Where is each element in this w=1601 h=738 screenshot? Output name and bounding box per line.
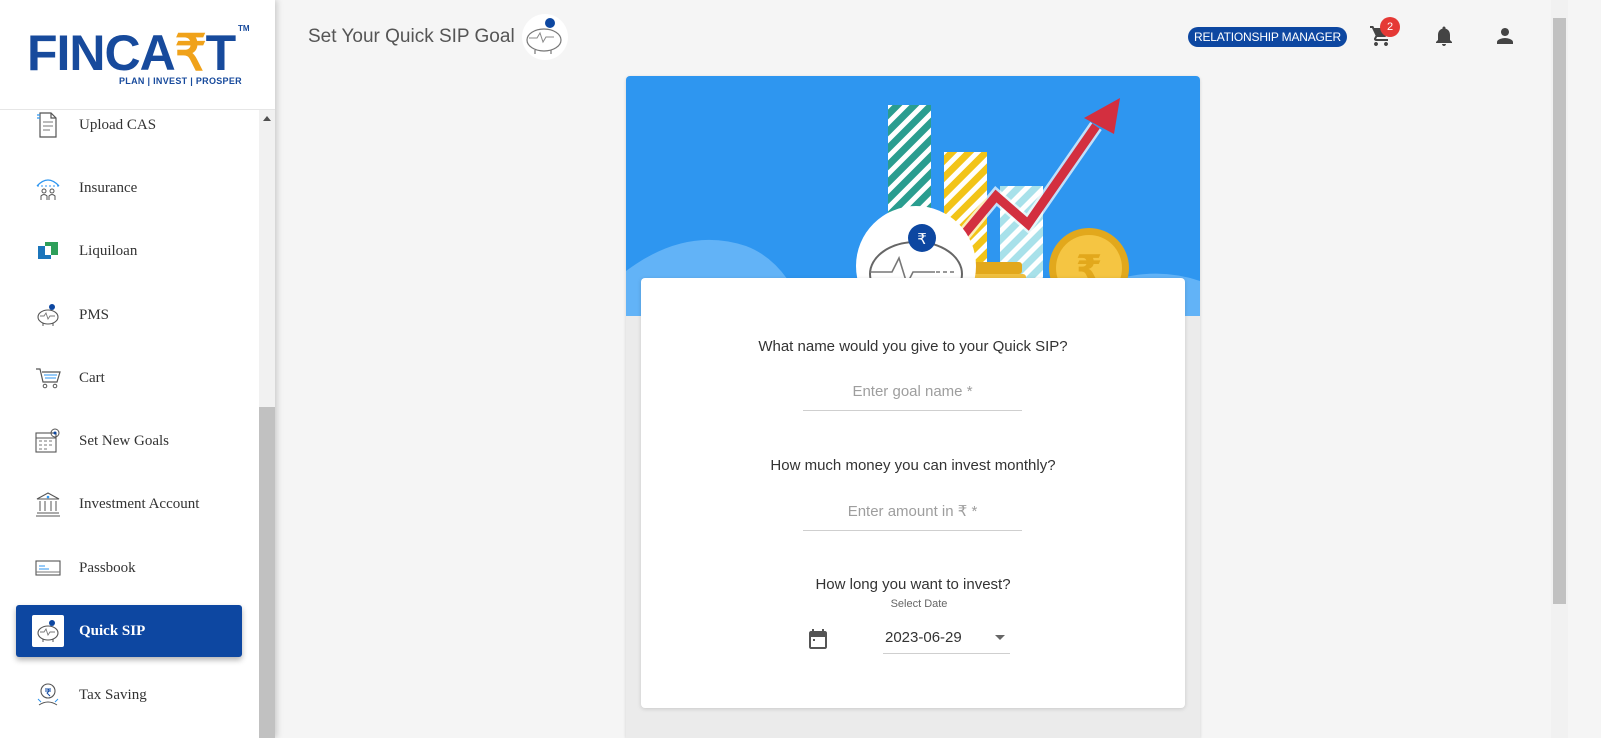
sidebar-item-pms[interactable]: PMS bbox=[16, 289, 242, 341]
sidebar-item-liquiloan[interactable]: Liquiloan bbox=[16, 225, 242, 277]
svg-text:₹: ₹ bbox=[917, 230, 927, 248]
sidebar-item-investment-account[interactable]: Investment Account bbox=[16, 478, 242, 530]
sidebar-item-passbook[interactable]: Passbook bbox=[16, 542, 242, 594]
piggy-bank-icon bbox=[32, 615, 64, 647]
sidebar-scrollbar-thumb[interactable] bbox=[259, 407, 275, 738]
page-scrollbar-thumb[interactable] bbox=[1553, 18, 1566, 604]
sidebar-item-label: Investment Account bbox=[79, 495, 200, 512]
sidebar-item-quick-sip[interactable]: Quick SIP bbox=[16, 605, 242, 657]
sidebar-nav[interactable]: Upload CAS Insurance Liquiloan PMS Cart bbox=[0, 110, 275, 738]
sidebar-item-set-new-goals[interactable]: Set New Goals bbox=[16, 415, 242, 467]
top-header: Set Your Quick SIP Goal RELATIONSHIP MAN… bbox=[275, 0, 1551, 74]
sidebar-item-label: Cart bbox=[79, 369, 105, 386]
sidebar: FINCA₹T TM PLAN | INVEST | PROSPER Uploa… bbox=[0, 0, 275, 738]
goal-name-question: What name would you give to your Quick S… bbox=[758, 338, 1068, 355]
scroll-up-arrow-icon[interactable] bbox=[263, 116, 271, 121]
date-select-caption: Select Date bbox=[890, 598, 948, 610]
duration-question: How long you want to invest? bbox=[815, 576, 1011, 593]
end-date-value: 2023-06-29 bbox=[885, 629, 962, 646]
sidebar-item-cart[interactable]: Cart bbox=[16, 352, 242, 404]
brand-tagline: PLAN | INVEST | PROSPER bbox=[119, 76, 242, 86]
cart-icon bbox=[32, 362, 64, 394]
umbrella-family-icon bbox=[32, 172, 64, 204]
page-title: Set Your Quick SIP Goal bbox=[308, 26, 515, 47]
page-scrollbar[interactable] bbox=[1551, 0, 1568, 738]
end-date-select[interactable]: 2023-06-29 bbox=[883, 624, 1010, 654]
piggy-bank-icon bbox=[522, 14, 568, 60]
sidebar-item-label: Insurance bbox=[79, 179, 138, 196]
sidebar-scrollbar[interactable] bbox=[259, 110, 275, 738]
sidebar-item-insurance[interactable]: Insurance bbox=[16, 162, 242, 214]
goal-name-input[interactable] bbox=[803, 373, 1022, 410]
sidebar-item-label: Passbook bbox=[79, 559, 136, 576]
sidebar-item-label: Quick SIP bbox=[79, 622, 146, 639]
quick-sip-card: ₹ ₹ What name would you give to your Qui… bbox=[626, 76, 1200, 738]
brand-trademark: TM bbox=[238, 24, 250, 33]
sidebar-item-label: Upload CAS bbox=[79, 116, 157, 133]
document-upload-icon bbox=[32, 110, 64, 141]
chevron-down-icon bbox=[995, 635, 1005, 640]
sidebar-item-label: Set New Goals bbox=[79, 432, 169, 449]
calendar-icon[interactable] bbox=[806, 627, 830, 651]
passbook-icon bbox=[32, 552, 64, 584]
sidebar-item-label: Tax Saving bbox=[79, 686, 147, 703]
sidebar-item-upload-cas[interactable]: Upload CAS bbox=[16, 110, 242, 151]
bell-icon[interactable] bbox=[1432, 24, 1456, 48]
goal-calendar-icon bbox=[32, 425, 64, 457]
tax-saving-icon bbox=[32, 679, 64, 711]
quick-sip-form: What name would you give to your Quick S… bbox=[641, 278, 1185, 708]
relationship-manager-button[interactable]: RELATIONSHIP MANAGER bbox=[1188, 27, 1347, 47]
brand-logo[interactable]: FINCA₹T TM PLAN | INVEST | PROSPER bbox=[0, 0, 275, 110]
sidebar-item-tax-saving[interactable]: Tax Saving bbox=[16, 669, 242, 721]
user-account-icon[interactable] bbox=[1493, 24, 1517, 48]
bank-building-icon bbox=[32, 488, 64, 520]
monthly-amount-field[interactable] bbox=[803, 493, 1022, 531]
piggy-bank-icon bbox=[32, 299, 64, 331]
brand-wordmark: FINCA₹T bbox=[27, 25, 236, 81]
cart-count-badge: 2 bbox=[1380, 17, 1400, 37]
goal-name-field[interactable] bbox=[803, 373, 1022, 411]
sidebar-item-label: Liquiloan bbox=[79, 242, 138, 259]
liquiloan-logo-icon bbox=[32, 235, 64, 267]
sidebar-item-label: PMS bbox=[79, 306, 110, 323]
amount-input[interactable] bbox=[803, 493, 1022, 530]
monthly-amount-question: How much money you can invest monthly? bbox=[770, 457, 1056, 474]
